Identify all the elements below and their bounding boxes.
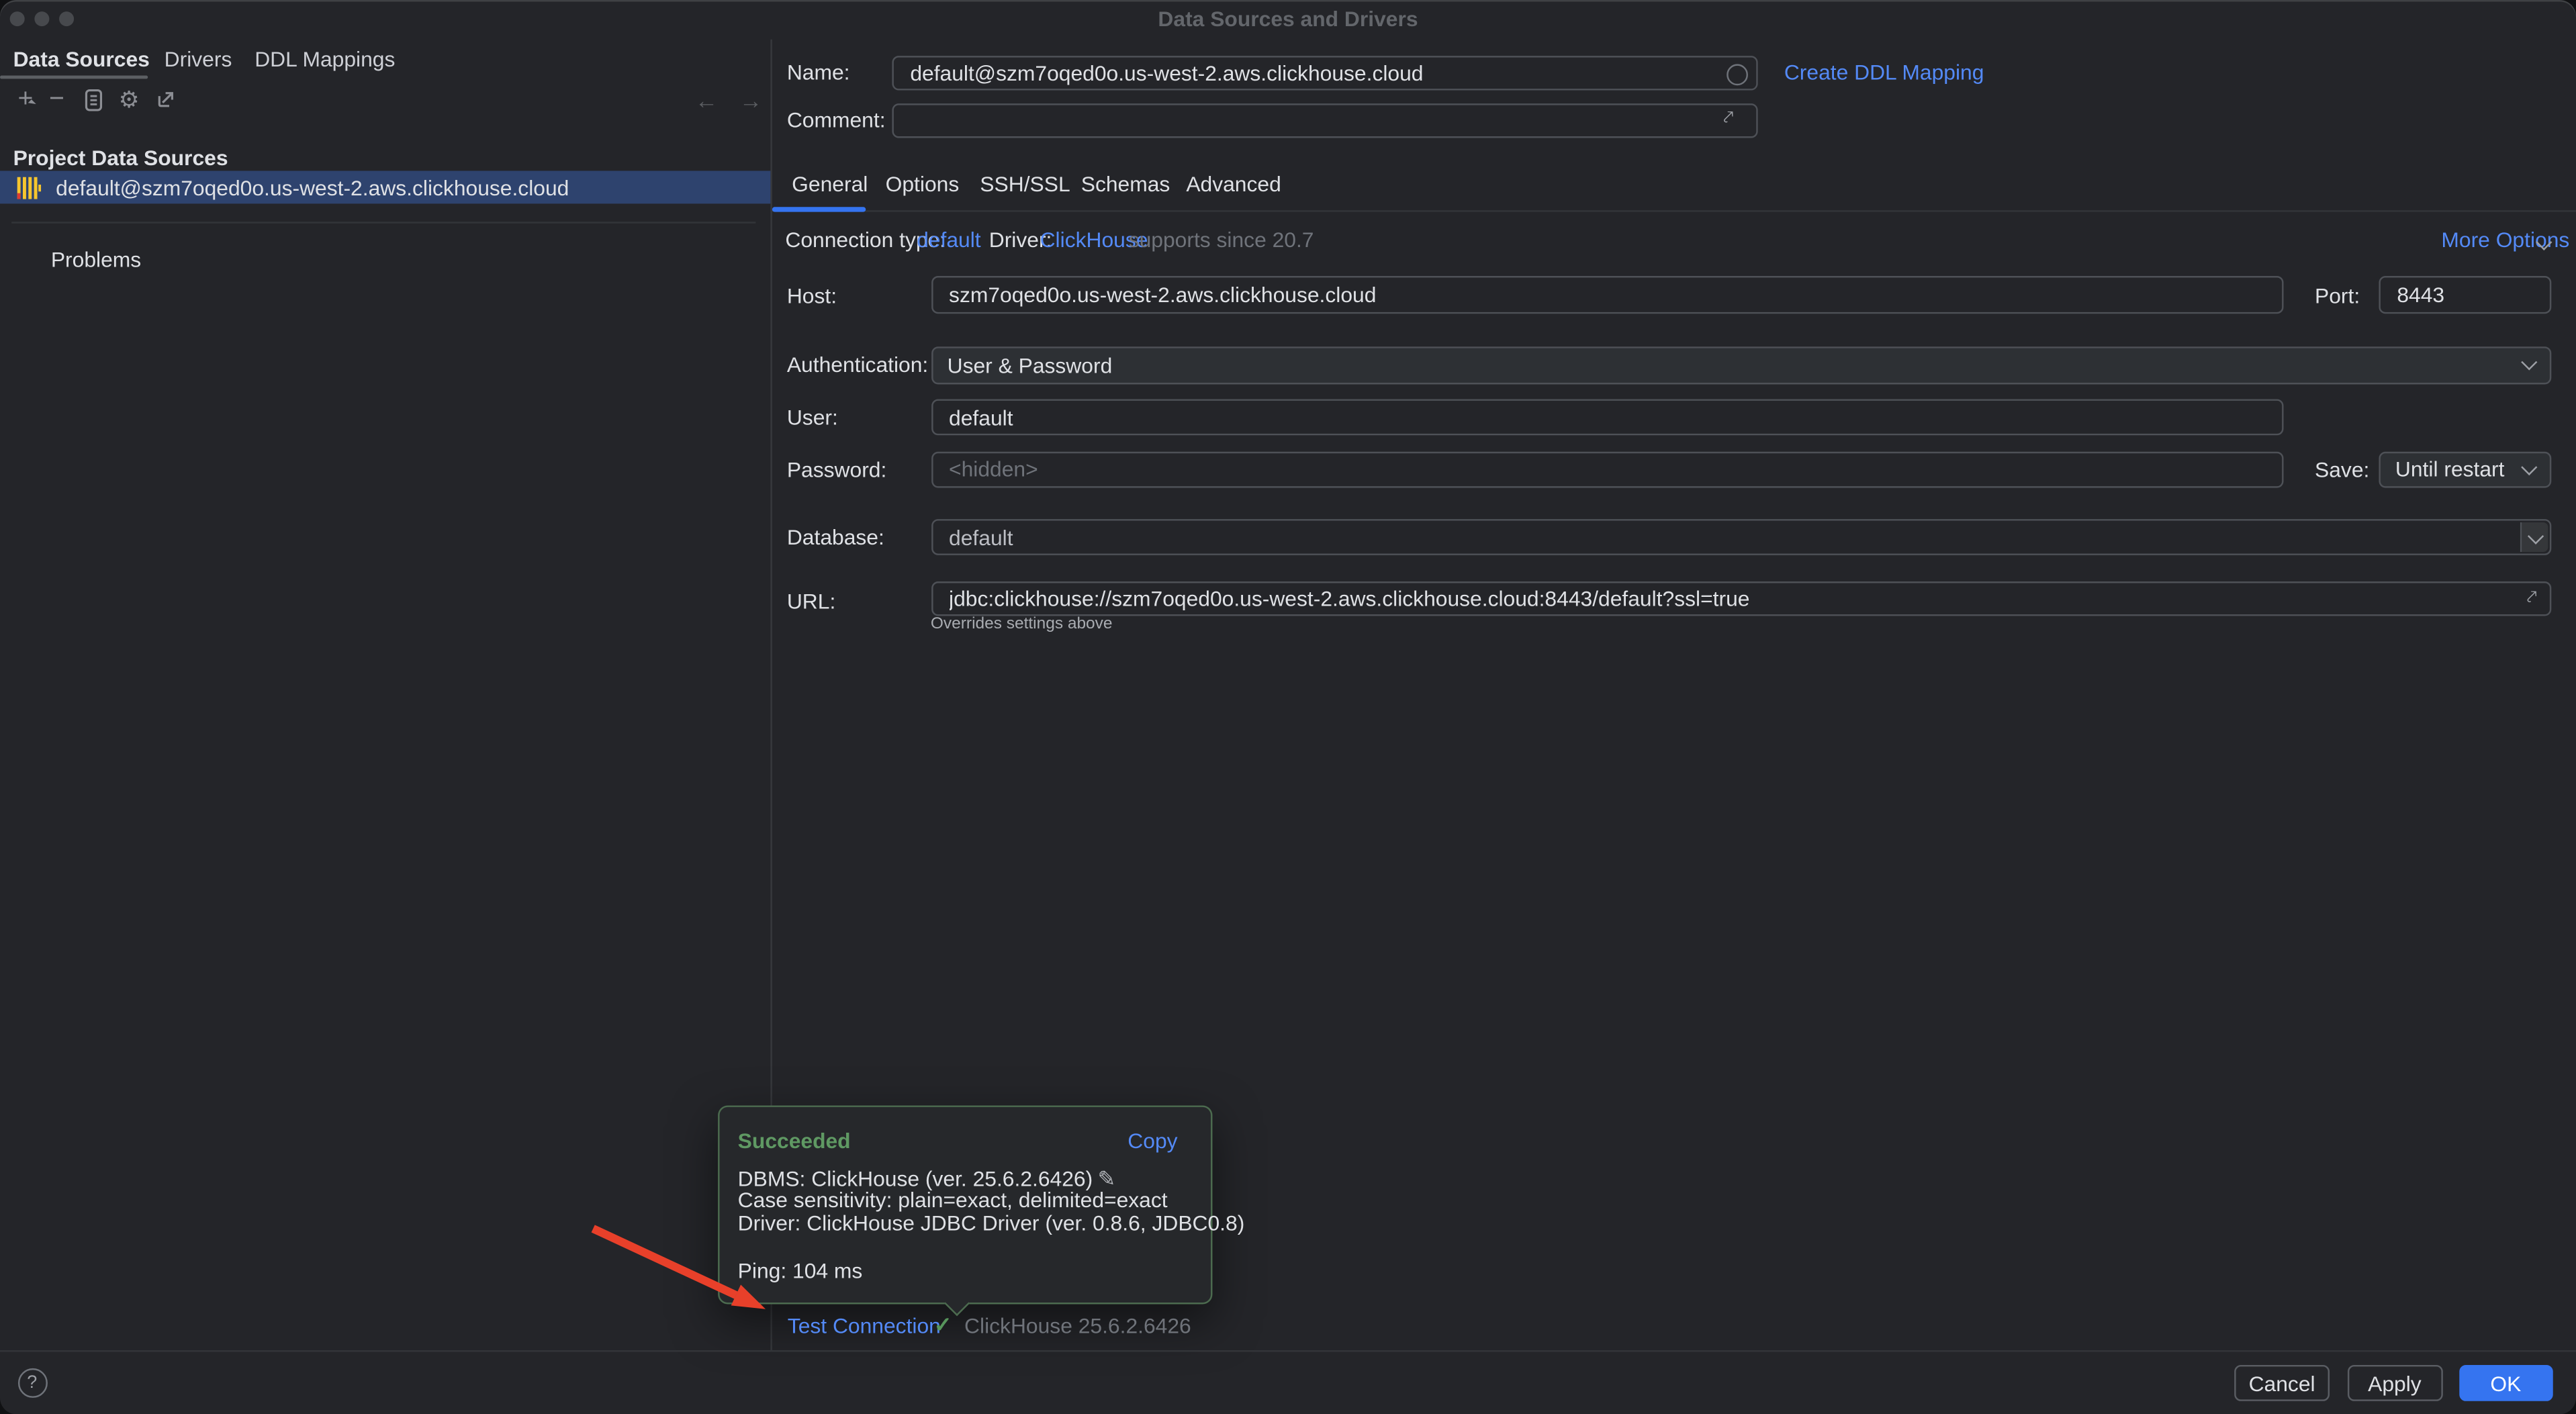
window-title: Data Sources and Drivers [0,7,2576,32]
expand-glyph: ⤤ [2527,588,2537,608]
expand-glyph: ⤤ [1723,108,1733,128]
user-label: User: [787,406,838,430]
footer-separator [0,1350,2576,1351]
edit-pencil-icon[interactable]: ✎ [1098,1166,1116,1190]
project-data-sources-header: Project Data Sources [13,146,228,171]
tab-drivers[interactable]: Drivers [165,47,232,72]
active-tab-underline-right [772,207,866,211]
data-source-list-item-selected[interactable]: default@szm7oqed0o.us-west-2.aws.clickho… [0,171,770,203]
duplicate-icon[interactable] [81,89,105,111]
tab-general[interactable]: General [792,171,868,196]
create-ddl-mapping-link[interactable]: Create DDL Mapping [1784,60,1984,85]
popup-status-succeeded: Succeeded [738,1129,851,1153]
data-source-item-label: default@szm7oqed0o.us-west-2.aws.clickho… [56,175,569,200]
tab-options[interactable]: Options [886,171,960,196]
connection-result-text: ClickHouse 25.6.2.6426 [964,1313,1191,1337]
dbms-text: DBMS: ClickHouse (ver. 25.6.2.6426) [738,1166,1093,1190]
gear-icon: ⚙ [119,86,140,114]
save-value: Until restart [2395,457,2505,482]
chevron-down-icon [2521,355,2537,371]
tree-divider [11,222,755,223]
database-value: default [949,525,1013,550]
popup-dbms-line: DBMS: ClickHouse (ver. 25.6.2.6426)✎ [738,1168,1245,1190]
minus-icon: − [49,85,64,115]
problems-node[interactable]: Problems [51,246,141,271]
data-sources-dialog: Data Sources and Drivers Data Sources Dr… [0,0,2576,1414]
question-icon: ? [27,1373,37,1393]
save-label: Save: [2315,458,2369,483]
tab-ssh-ssl[interactable]: SSH/SSL [980,171,1070,196]
chevron-down-icon [2538,236,2550,248]
driver-support-note: supports since 20.7 [1129,228,1314,253]
expand-url-icon[interactable]: ⤤ [2527,588,2537,610]
popup-copy-link[interactable]: Copy [1128,1129,1177,1153]
url-input[interactable] [931,582,2551,616]
test-connection-popup: Succeeded Copy DBMS: ClickHouse (ver. 25… [717,1106,1212,1305]
password-label: Password: [787,458,887,483]
database-dropdown-button[interactable] [2520,522,2548,552]
settings-gear-icon[interactable]: ⚙ [117,86,142,114]
add-data-source-icon[interactable]: + [13,85,38,115]
help-button[interactable]: ? [17,1368,47,1398]
ok-button[interactable]: OK [2459,1366,2552,1401]
open-external-icon[interactable] [153,89,178,111]
name-input[interactable] [892,55,1757,89]
chevron-down-icon [2527,528,2543,544]
success-check-icon: ✓ [934,1312,952,1338]
host-input[interactable] [931,277,2283,314]
save-dropdown[interactable]: Until restart [2379,451,2551,488]
database-label: Database: [787,525,884,550]
chevron-down-icon [2521,459,2537,475]
back-arrow-icon[interactable]: ← [695,87,718,113]
password-input[interactable] [931,451,2283,488]
tab-data-sources[interactable]: Data Sources [13,47,150,72]
apply-button[interactable]: Apply [2347,1366,2442,1401]
host-label: Host: [787,283,837,308]
test-connection-link[interactable]: Test Connection [788,1313,941,1337]
popup-driver-line: Driver: ClickHouse JDBC Driver (ver. 0.8… [738,1213,1245,1235]
forward-arrow-icon[interactable]: → [739,87,762,113]
database-combobox[interactable]: default [931,519,2551,556]
port-label: Port: [2315,283,2360,308]
forward-glyph: → [739,87,762,113]
back-glyph: ← [695,87,718,113]
remove-data-source-icon[interactable]: − [44,85,69,115]
popup-case-line: Case sensitivity: plain=exact, delimited… [738,1190,1245,1213]
tab-advanced[interactable]: Advanced [1186,171,1281,196]
comment-label: Comment: [787,108,886,133]
tabs-bottom-border [772,211,2576,212]
authentication-dropdown[interactable]: User & Password [931,346,2551,383]
name-label: Name: [787,60,850,85]
comment-input[interactable] [892,103,1757,138]
tab-ddl-mappings[interactable]: DDL Mappings [255,47,395,72]
url-override-note: Overrides settings above [931,614,1113,632]
expand-comment-icon[interactable]: ⤤ [1723,108,1733,130]
url-label: URL: [787,589,835,614]
tab-schemas[interactable]: Schemas [1081,171,1170,196]
active-tab-underline-left [0,75,148,79]
popup-ping-line: Ping: 104 ms [738,1260,863,1282]
clickhouse-icon [16,175,41,200]
authentication-value: User & Password [948,352,1113,377]
connection-type-value-link[interactable]: default [917,228,981,253]
user-input[interactable] [931,399,2283,436]
port-input[interactable] [2379,277,2551,314]
authentication-label: Authentication: [787,352,928,377]
loading-ring-icon [1727,63,1748,85]
cancel-button[interactable]: Cancel [2234,1366,2330,1401]
